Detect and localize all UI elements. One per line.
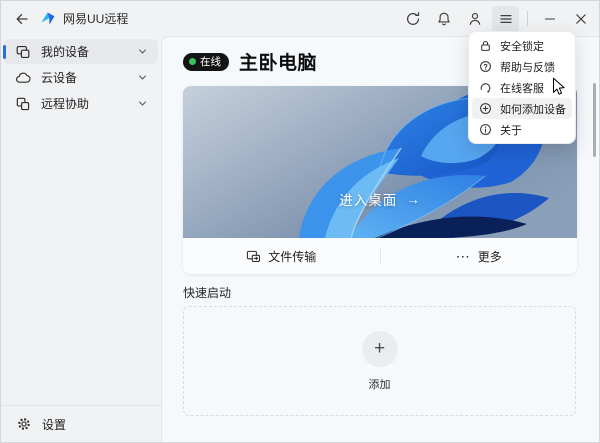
device-actions: 文件传输 ⋯ 更多 <box>183 238 577 274</box>
app-window: 网易UU远程 <box>0 0 600 443</box>
cloud-devices-icon <box>15 70 31 86</box>
enter-desktop-button[interactable]: 进入桌面 → <box>183 189 577 209</box>
add-button[interactable]: + <box>362 331 398 367</box>
lock-icon <box>479 39 492 52</box>
back-button[interactable] <box>8 6 35 32</box>
file-transfer-label: 文件传输 <box>268 248 316 265</box>
selected-indicator <box>3 45 6 59</box>
titlebar-dropdown-menu: 安全锁定 帮助与反馈 在线客服 如何添加设备 <box>468 31 576 144</box>
remote-assist-icon <box>15 96 31 112</box>
account-button[interactable] <box>461 6 488 32</box>
more-label: 更多 <box>478 248 502 265</box>
add-label: 添加 <box>369 376 391 392</box>
arrow-right-icon: → <box>406 192 421 207</box>
bell-icon <box>436 11 452 27</box>
app-title: 网易UU远程 <box>63 10 128 27</box>
sidebar: 我的设备 云设备 远程协助 <box>1 36 161 442</box>
menu-item-add-device[interactable]: 如何添加设备 <box>472 98 572 119</box>
more-button[interactable]: ⋯ 更多 <box>381 248 578 265</box>
my-devices-icon <box>15 44 31 60</box>
file-transfer-button[interactable]: 文件传输 <box>183 248 380 265</box>
file-transfer-icon <box>246 249 261 263</box>
vertical-scrollbar[interactable] <box>593 83 596 157</box>
titlebar-separator <box>527 11 528 26</box>
help-icon <box>479 60 492 73</box>
chevron-down-icon <box>137 72 148 83</box>
settings-label: 设置 <box>42 416 66 433</box>
minimize-icon <box>542 11 558 27</box>
menu-item-about[interactable]: 关于 <box>472 119 572 140</box>
quick-launch-area: + 添加 <box>183 306 576 416</box>
chevron-down-icon <box>137 46 148 57</box>
menu-item-security-lock[interactable]: 安全锁定 <box>472 35 572 56</box>
close-button[interactable] <box>567 6 594 32</box>
menu-button[interactable] <box>492 6 519 32</box>
sidebar-item-label: 云设备 <box>41 69 77 86</box>
sidebar-settings[interactable]: 设置 <box>1 405 161 442</box>
app-logo <box>39 10 56 27</box>
notifications-button[interactable] <box>430 6 457 32</box>
status-text: 在线 <box>200 54 221 69</box>
support-icon <box>479 81 492 94</box>
menu-item-label: 如何添加设备 <box>500 101 566 117</box>
status-badge: 在线 <box>183 53 229 71</box>
menu-item-label: 安全锁定 <box>500 38 544 54</box>
menu-item-help-feedback[interactable]: 帮助与反馈 <box>472 56 572 77</box>
refresh-button[interactable] <box>399 6 426 32</box>
device-header: 在线 主卧电脑 <box>183 48 317 75</box>
menu-item-label: 在线客服 <box>500 80 544 96</box>
refresh-icon <box>405 11 421 27</box>
sidebar-item-remote-assist[interactable]: 远程协助 <box>4 91 158 116</box>
sidebar-item-label: 远程协助 <box>41 95 89 112</box>
quick-launch-title: 快速启动 <box>183 284 231 301</box>
minimize-button[interactable] <box>536 6 563 32</box>
ellipsis-icon: ⋯ <box>456 251 471 261</box>
menu-item-label: 帮助与反馈 <box>500 59 555 75</box>
enter-desktop-label: 进入桌面 <box>339 189 397 209</box>
menu-item-label: 关于 <box>500 122 522 138</box>
add-device-icon <box>479 102 492 115</box>
about-icon <box>479 123 492 136</box>
sidebar-item-cloud-devices[interactable]: 云设备 <box>4 65 158 90</box>
titlebar-controls <box>399 6 594 32</box>
user-icon <box>467 11 483 27</box>
sidebar-item-label: 我的设备 <box>41 43 89 60</box>
close-icon <box>573 11 589 27</box>
gear-icon <box>16 416 32 432</box>
menu-icon <box>498 11 514 27</box>
sidebar-item-my-devices[interactable]: 我的设备 <box>4 39 158 64</box>
menu-item-online-support[interactable]: 在线客服 <box>472 77 572 98</box>
online-dot-icon <box>189 58 196 65</box>
chevron-down-icon <box>137 98 148 109</box>
plus-icon: + <box>374 338 385 360</box>
device-title: 主卧电脑 <box>239 48 317 75</box>
back-icon <box>14 11 30 27</box>
